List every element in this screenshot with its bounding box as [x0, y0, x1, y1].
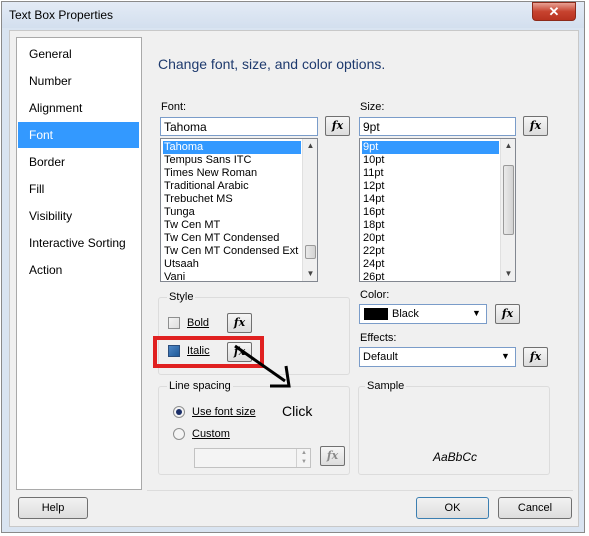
nav-item-number[interactable]: Number	[18, 68, 139, 94]
scroll-thumb[interactable]	[503, 165, 514, 235]
close-icon: ✕	[548, 4, 560, 19]
size-label: Size:	[360, 101, 385, 113]
nav-item-border[interactable]: Border	[18, 149, 139, 175]
list-item[interactable]: Times New Roman	[163, 167, 301, 180]
color-label: Color:	[360, 289, 390, 301]
custom-spacing-expression-button[interactable]: fx	[320, 446, 345, 466]
effects-expression-button[interactable]: fx	[523, 347, 548, 367]
nav-item-visibility[interactable]: Visibility	[18, 203, 139, 229]
sample-group-label: Sample	[365, 380, 407, 392]
list-item[interactable]: 9pt	[362, 141, 499, 154]
scroll-up-icon[interactable]: ▲	[501, 141, 515, 150]
list-item[interactable]: Utsaah	[163, 258, 301, 271]
use-font-size-radio[interactable]	[173, 406, 185, 418]
color-swatch	[364, 308, 388, 320]
scroll-down-icon[interactable]: ▼	[303, 269, 317, 278]
close-button[interactable]: ✕	[532, 2, 576, 21]
fx-icon: fx	[326, 449, 339, 462]
list-item[interactable]: 16pt	[362, 206, 499, 219]
size-list[interactable]: 9pt 10pt 11pt 12pt 14pt 16pt 18pt 20pt 22pt 24pt 2…	[359, 138, 516, 282]
list-item[interactable]: 24pt	[362, 258, 499, 271]
fx-icon: fx	[501, 307, 514, 320]
fx-icon: fx	[233, 316, 246, 329]
bold-label: Bold	[187, 317, 210, 329]
color-expression-button[interactable]: fx	[495, 304, 520, 324]
annotation-arrow-icon	[234, 344, 291, 388]
italic-checkbox[interactable]	[168, 345, 180, 357]
custom-spacing-input[interactable]	[194, 448, 311, 468]
spinner-icon[interactable]: ▲ ▼	[296, 449, 311, 467]
bold-checkbox[interactable]	[168, 317, 180, 329]
nav-item-fill[interactable]: Fill	[18, 176, 139, 202]
font-label: Font:	[161, 101, 187, 113]
italic-label: Italic	[187, 345, 210, 357]
nav-item-interactive-sorting[interactable]: Interactive Sorting	[18, 230, 139, 256]
list-item[interactable]: 14pt	[362, 193, 499, 206]
window-title: Text Box Properties	[9, 8, 114, 22]
list-item[interactable]: Tahoma	[163, 141, 301, 154]
line-spacing-group-label: Line spacing	[167, 380, 233, 392]
list-item[interactable]: Trebuchet MS	[163, 193, 301, 206]
help-button[interactable]: Help	[18, 497, 88, 519]
effects-label: Effects:	[360, 332, 397, 344]
use-font-size-label: Use font size	[192, 406, 256, 418]
list-item[interactable]: 10pt	[362, 154, 499, 167]
ok-button[interactable]: OK	[416, 497, 489, 519]
size-expression-button[interactable]: fx	[523, 116, 548, 136]
bold-expression-button[interactable]: fx	[227, 313, 252, 333]
list-item[interactable]: Tw Cen MT Condensed Ext	[163, 245, 301, 258]
fx-icon: fx	[529, 119, 542, 132]
fx-icon: fx	[529, 350, 542, 363]
nav-item-font[interactable]: Font	[18, 122, 139, 148]
list-item[interactable]: Vani	[163, 271, 301, 281]
page-heading: Change font, size, and color options.	[158, 56, 386, 72]
scroll-down-icon[interactable]: ▼	[501, 269, 515, 278]
custom-label: Custom	[192, 428, 230, 440]
effects-dropdown[interactable]: Default ▼	[359, 347, 516, 367]
chevron-down-icon: ▼	[472, 308, 481, 318]
list-item[interactable]: 12pt	[362, 180, 499, 193]
nav-item-action[interactable]: Action	[18, 257, 139, 283]
custom-radio[interactable]	[173, 428, 185, 440]
list-item[interactable]: Tw Cen MT Condensed	[163, 232, 301, 245]
list-item[interactable]: 11pt	[362, 167, 499, 180]
nav-item-general[interactable]: General	[18, 41, 139, 67]
list-item[interactable]: Traditional Arabic	[163, 180, 301, 193]
fx-icon: fx	[331, 119, 344, 132]
list-item[interactable]: 26pt	[362, 271, 499, 281]
annotation-text: Click	[282, 403, 313, 419]
cancel-button[interactable]: Cancel	[498, 497, 572, 519]
chevron-down-icon: ▼	[501, 351, 510, 361]
list-item[interactable]: Tempus Sans ITC	[163, 154, 301, 167]
size-input[interactable]: 9pt	[359, 117, 516, 136]
list-item[interactable]: 18pt	[362, 219, 499, 232]
style-group-label: Style	[167, 291, 196, 303]
font-input[interactable]: Tahoma	[160, 117, 318, 136]
scroll-thumb[interactable]	[305, 245, 316, 259]
font-expression-button[interactable]: fx	[325, 116, 350, 136]
list-item[interactable]: Tw Cen MT	[163, 219, 301, 232]
footer-divider	[147, 490, 573, 491]
color-dropdown[interactable]: Black ▼	[359, 304, 487, 324]
scroll-up-icon[interactable]: ▲	[303, 141, 317, 150]
sample-text: AaBbCc	[433, 450, 478, 464]
list-item[interactable]: 20pt	[362, 232, 499, 245]
size-list-scrollbar[interactable]: ▲ ▼	[500, 139, 515, 281]
nav-item-alignment[interactable]: Alignment	[18, 95, 139, 121]
list-item[interactable]: 22pt	[362, 245, 499, 258]
list-item[interactable]: Tunga	[163, 206, 301, 219]
font-list[interactable]: Tahoma Tempus Sans ITC Times New Roman Trad…	[160, 138, 318, 282]
font-list-scrollbar[interactable]: ▲ ▼	[302, 139, 317, 281]
